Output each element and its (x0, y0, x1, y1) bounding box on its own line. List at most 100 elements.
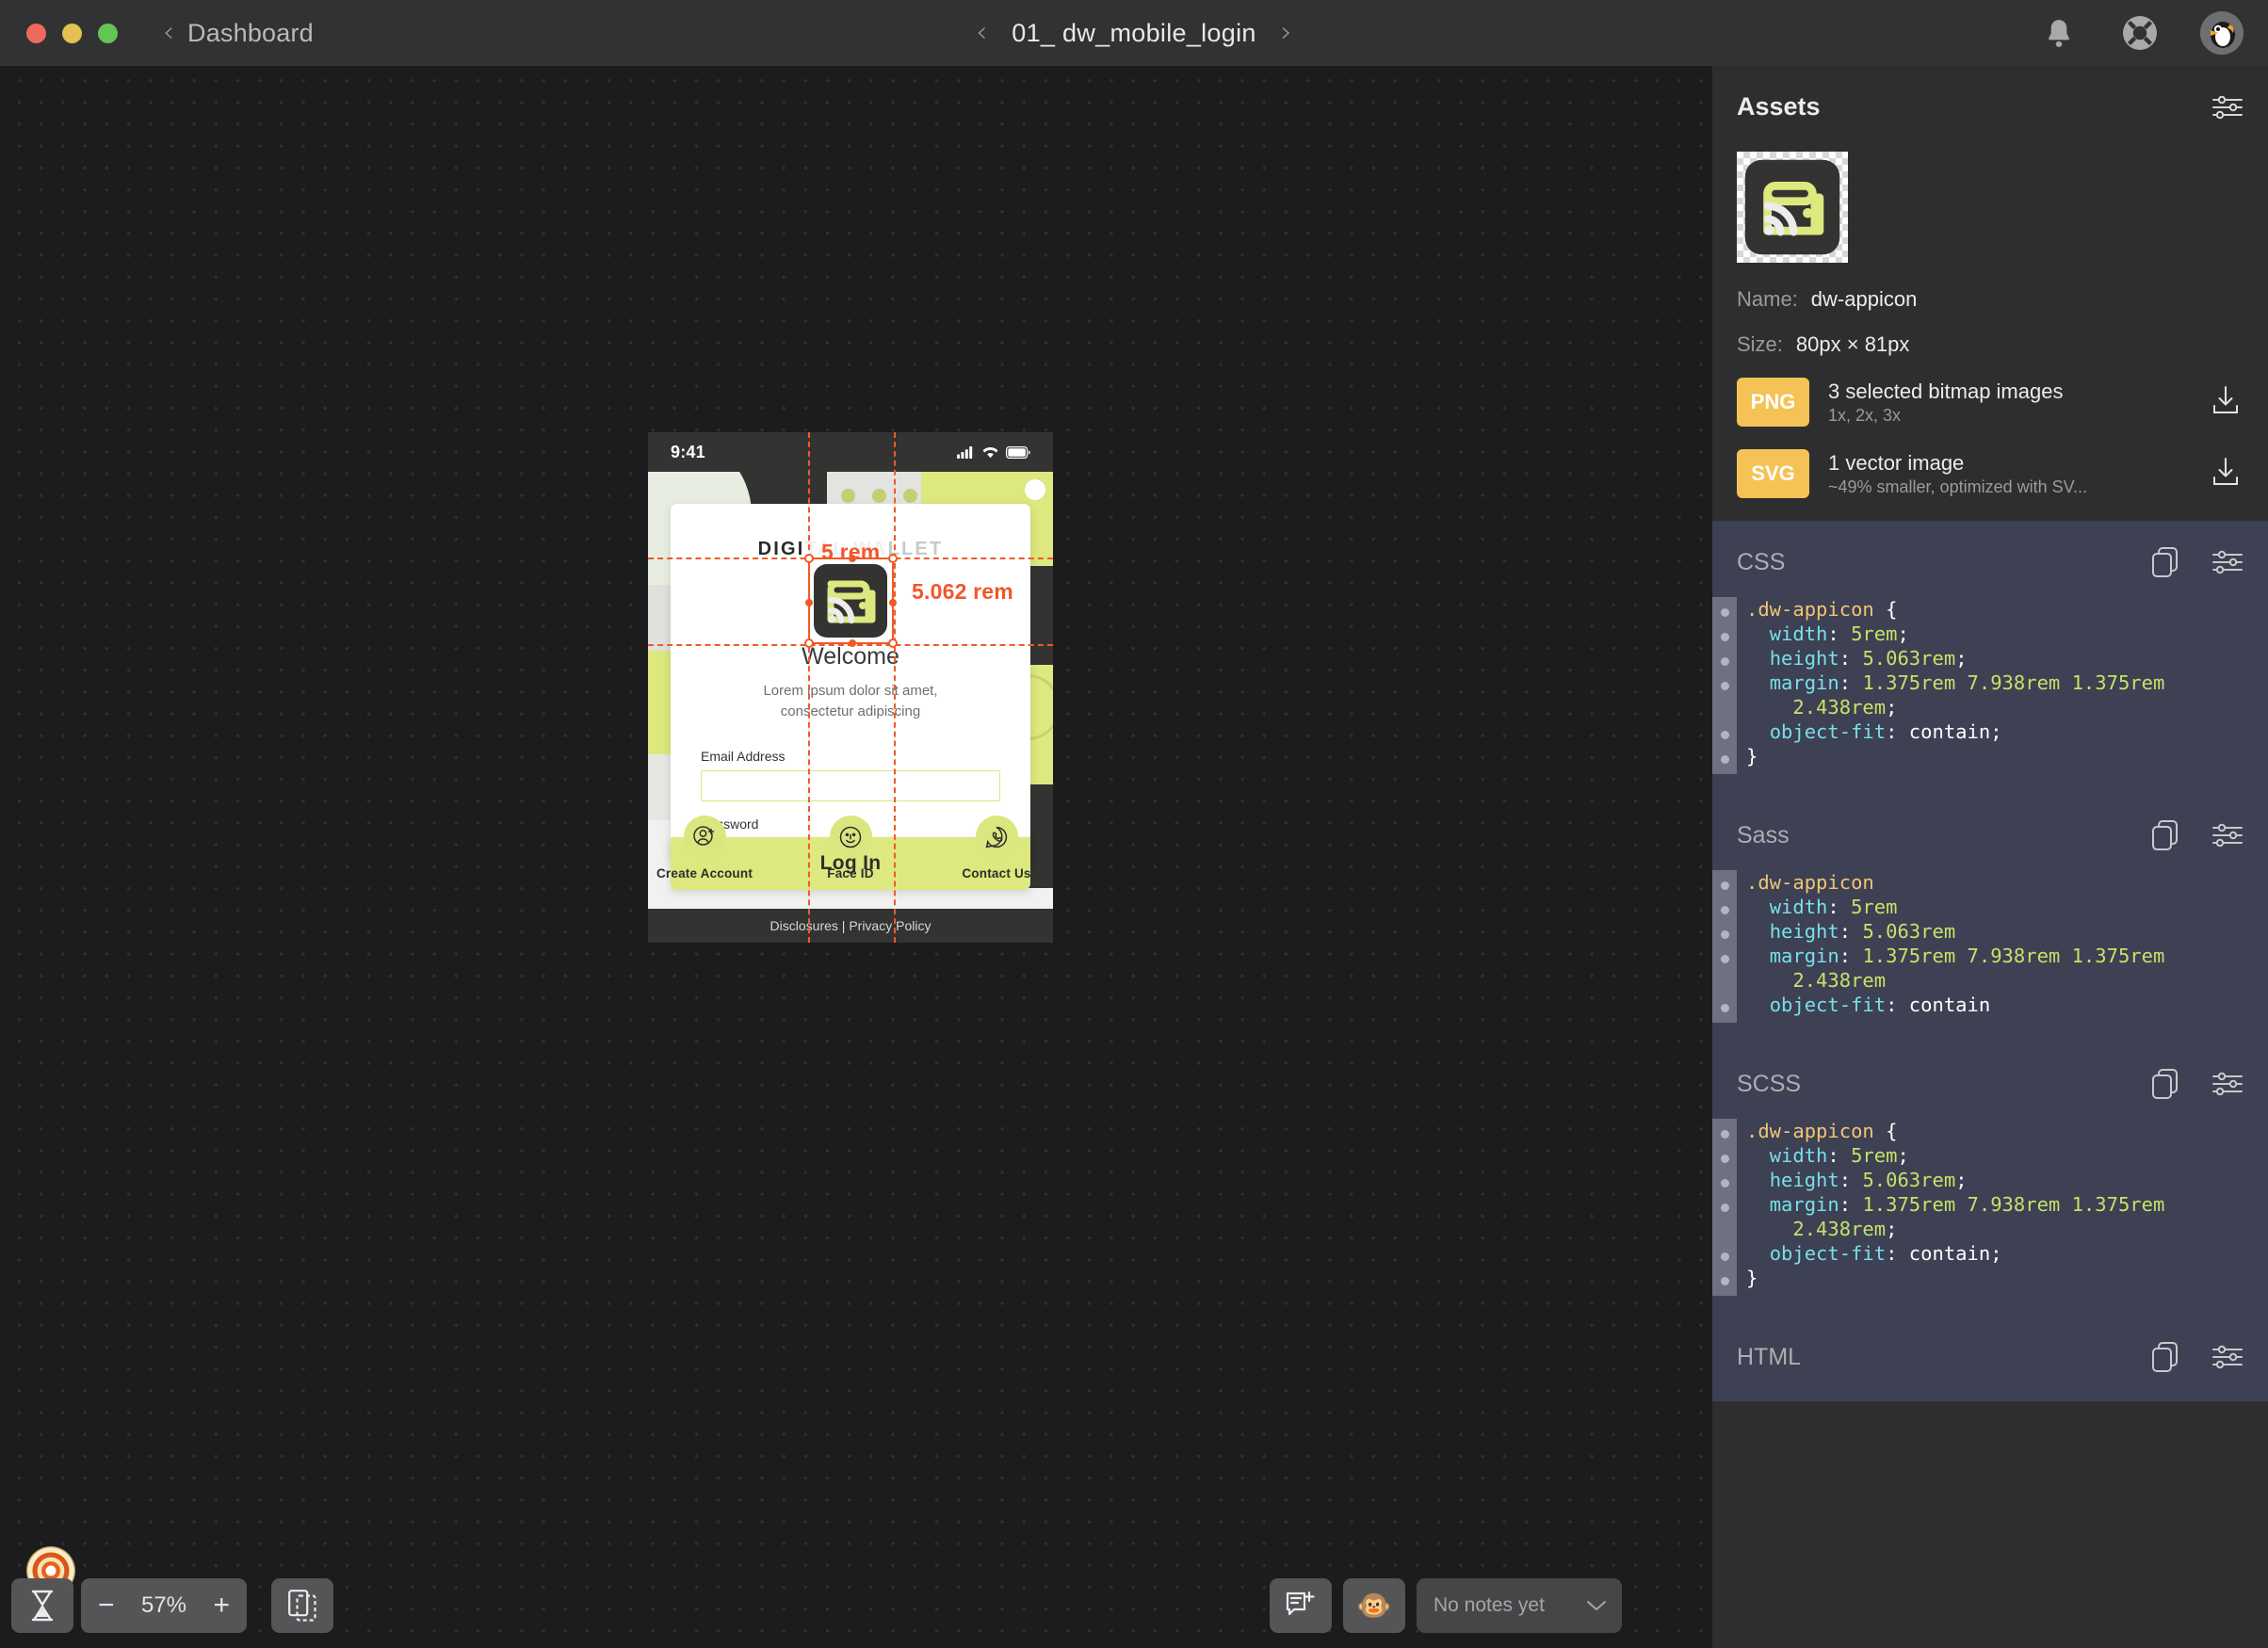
download-row-svg[interactable]: SVG 1 vector image ~49% smaller, optimiz… (1737, 449, 2244, 498)
action-label: Face ID (827, 866, 874, 881)
artboard-mobile-login[interactable]: 9:41 DIGITAL WALLET Welcome Lorem ipsum … (648, 432, 1053, 943)
code-section-title: Sass (1737, 821, 1790, 848)
chevron-left-icon: ‹ (163, 16, 174, 49)
action-contact-us[interactable]: Contact Us (947, 816, 1046, 881)
resize-handle-bottom[interactable] (849, 639, 856, 647)
add-note-button[interactable] (1270, 1578, 1332, 1633)
code-section-title: CSS (1737, 548, 1786, 575)
copy-icon[interactable] (2151, 819, 2179, 851)
code-lines: .dw-appicon width: 5rem height: 5.063rem… (1746, 871, 2165, 1016)
prev-screen-button[interactable]: ‹ (976, 19, 987, 47)
copy-icon[interactable] (2151, 1341, 2179, 1373)
code-section-html: HTML (1712, 1317, 2268, 1401)
code-section-header: Sass (1712, 795, 2268, 851)
resize-handle-left[interactable] (805, 599, 813, 606)
zoom-control[interactable]: − 57% + (81, 1578, 247, 1633)
close-window-button[interactable] (26, 23, 46, 43)
artboard-footer-links[interactable]: Disclosures | Privacy Policy (648, 909, 1053, 943)
signal-icon (957, 445, 973, 459)
dw-appicon-wallet-rss-icon (1744, 159, 1840, 255)
gutter-dot (1720, 632, 1729, 641)
bell-icon[interactable] (2038, 12, 2080, 54)
code-section-css: CSS .dw-appicon { width: 5rem; height: 5… (1712, 522, 2268, 795)
status-bar-time: 9:41 (671, 442, 705, 461)
life-ring-icon[interactable] (2119, 12, 2161, 54)
code-section-title: HTML (1737, 1343, 1802, 1370)
code-padding (1712, 1373, 2268, 1401)
panel-scrollbar[interactable] (2257, 66, 2268, 1648)
add-note-icon (1286, 1591, 1315, 1616)
gutter-dot (1720, 954, 1729, 963)
action-label: Create Account (656, 866, 753, 881)
next-screen-button[interactable]: › (1281, 19, 1292, 47)
action-face-id[interactable]: Face ID (801, 816, 900, 881)
zoom-in-button[interactable]: + (213, 1591, 230, 1620)
measure-height-label: 5.062 rem (912, 579, 1013, 604)
compare-frames-button[interactable] (271, 1578, 333, 1633)
format-badge: SVG (1737, 449, 1809, 498)
asset-size-key: Size: (1737, 332, 1783, 356)
design-canvas[interactable]: 9:41 DIGITAL WALLET Welcome Lorem ipsum … (0, 66, 1712, 1648)
gutter-dot (1720, 1203, 1729, 1212)
code-sections: CSS .dw-appicon { width: 5rem; height: 5… (1712, 522, 2268, 1401)
sliders-icon[interactable] (2211, 821, 2244, 849)
maximize-window-button[interactable] (98, 23, 118, 43)
email-field[interactable] (701, 769, 1000, 801)
welcome-heading: Welcome (802, 643, 899, 670)
document-navigator: ‹ 01_ dw_mobile_login › (976, 19, 1291, 48)
resize-handle-bl[interactable] (804, 638, 814, 648)
phone-chat-icon (975, 816, 1018, 858)
penguin-avatar[interactable] (2200, 11, 2244, 55)
gutter-dot (1720, 1129, 1729, 1139)
selection-bounds[interactable] (804, 554, 898, 648)
code-gutter (1712, 870, 1737, 1023)
gutter-dot (1720, 1154, 1729, 1163)
sliders-icon[interactable] (2211, 93, 2244, 121)
resize-handle-tr[interactable] (888, 554, 898, 563)
quick-actions: Create Account Face ID Contact Us (648, 816, 1053, 881)
asset-name-row: Name: dw-appicon (1737, 287, 2244, 312)
code-body[interactable]: .dw-appicon width: 5rem height: 5.063rem… (1712, 870, 2268, 1023)
sliders-icon[interactable] (2211, 548, 2244, 576)
reaction-button[interactable]: 🐵 (1343, 1578, 1405, 1633)
zoom-out-button[interactable]: − (98, 1591, 115, 1620)
resize-handle-tl[interactable] (804, 554, 814, 563)
chevron-down-icon (1587, 1601, 1606, 1610)
download-icon[interactable] (2211, 385, 2244, 420)
download-icon[interactable] (2211, 457, 2244, 492)
copy-icon[interactable] (2151, 546, 2179, 578)
history-button[interactable] (11, 1578, 73, 1633)
code-padding (1712, 774, 2268, 795)
sliders-icon[interactable] (2211, 1343, 2244, 1371)
asset-preview[interactable] (1737, 152, 1848, 263)
code-lines: .dw-appicon { width: 5rem; height: 5.063… (1746, 598, 2165, 767)
code-section-header: HTML (1712, 1317, 2268, 1373)
email-label: Email Address (701, 748, 786, 764)
code-gutter (1712, 597, 1737, 774)
download-row-png[interactable]: PNG 3 selected bitmap images 1x, 2x, 3x (1737, 378, 2244, 427)
gutter-dot (1720, 754, 1729, 764)
asset-size-row: Size: 80px × 81px (1737, 332, 2244, 357)
welcome-subtitle: Lorem ipsum dolor sit amet, consectetur … (671, 681, 1030, 722)
assets-panel[interactable]: Assets Name: dw-appicon Size: 80px × 81p… (1712, 66, 2268, 1648)
back-to-dashboard-button[interactable]: ‹ Dashboard (163, 19, 314, 48)
assets-panel-header: Assets (1712, 66, 2268, 121)
gutter-dot (1720, 656, 1729, 666)
action-create-account[interactable]: Create Account (655, 816, 754, 881)
copy-icon[interactable] (2151, 1068, 2179, 1100)
action-label: Contact Us (962, 866, 1031, 881)
minimize-window-button[interactable] (62, 23, 82, 43)
code-padding (1712, 1023, 2268, 1043)
notes-select[interactable]: No notes yet (1417, 1578, 1622, 1633)
code-body[interactable]: .dw-appicon { width: 5rem; height: 5.063… (1712, 1119, 2268, 1296)
download-subtitle: 1x, 2x, 3x (1828, 406, 1902, 426)
resize-handle-br[interactable] (888, 638, 898, 648)
compare-frames-icon (288, 1590, 316, 1622)
sliders-icon[interactable] (2211, 1070, 2244, 1098)
brand-part-1: DIGI (757, 539, 805, 559)
code-section-title: SCSS (1737, 1070, 1802, 1097)
code-body[interactable]: .dw-appicon { width: 5rem; height: 5.063… (1712, 597, 2268, 774)
resize-handle-right[interactable] (889, 599, 897, 606)
gutter-dot (1720, 607, 1729, 617)
code-section-sass: Sass .dw-appicon width: 5rem height: 5.0… (1712, 795, 2268, 1043)
